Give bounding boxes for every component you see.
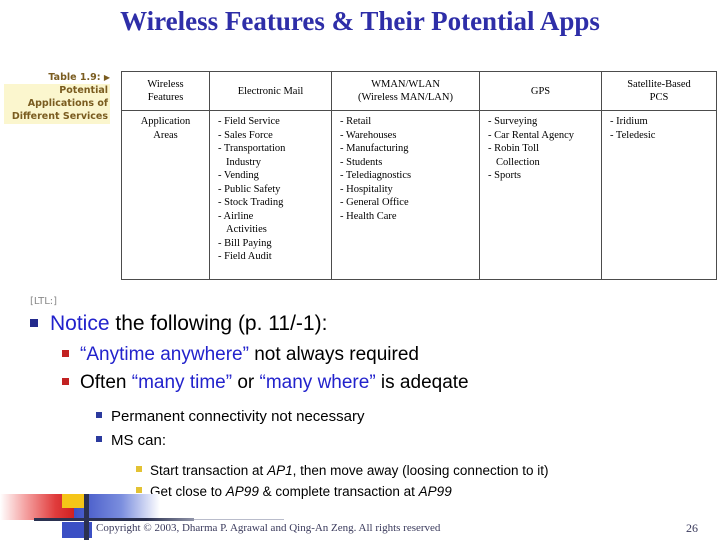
ap99-label-b: AP99 [418, 484, 452, 499]
list-item: - Teledesic [610, 129, 656, 141]
bullet-level2-anytime: “Anytime anywhere” not always required [62, 344, 419, 366]
list-item: - Public Safety [218, 183, 281, 195]
wireless-features-table: Wireless Features Electronic Mail WMAN/W… [121, 71, 717, 280]
page-number: 26 [686, 521, 698, 535]
list-item: - Telediagnostics [340, 170, 412, 181]
table-cell-application-areas: Application Areas [121, 110, 210, 280]
table-caption-line-1: Table 1.9: ▶ [4, 71, 110, 84]
list-item: - Field Service [218, 116, 280, 127]
bullet-level4-text: Start transaction at AP1, then move away… [150, 463, 548, 478]
table-row: Application Areas - Field Service - Sale… [121, 110, 717, 280]
start-pre: Start transaction at [150, 463, 268, 478]
list-item: - Health Care [340, 210, 397, 222]
slide-body: [LTL:] Notice the following (p. 11/-1): … [0, 296, 720, 516]
list-item: - Iridium [610, 116, 648, 127]
notice-highlight: Notice [50, 312, 110, 335]
bullet-level2-often: Often “many time” or “many where” is ade… [62, 372, 469, 394]
bullet-level1-notice: Notice the following (p. 11/-1): [30, 312, 327, 336]
ap1-label: AP1 [267, 463, 293, 478]
bullet-square-icon [62, 350, 69, 357]
list-item: - Students [340, 156, 383, 168]
table-cell-satellite-pcs: - Iridium - Teledesic [601, 110, 717, 280]
notice-rest: the following (p. 11/-1): [109, 312, 328, 335]
cell-list-satellite-pcs: - Iridium - Teledesic [610, 115, 713, 142]
table-header-wman-wlan: WMAN/WLAN (Wireless MAN/LAN) [331, 71, 480, 111]
list-item: - Robin Toll Collection [488, 143, 540, 168]
table-caption-label: Table 1.9: [48, 72, 101, 83]
anytime-rest: not always required [248, 344, 419, 365]
list-item: - Warehouses [340, 129, 397, 141]
bullet-level4-start-transaction: Start transaction at AP1, then move away… [136, 463, 548, 478]
cell-list-gps: - Surveying - Car Rental Agency - Robin … [488, 115, 598, 183]
bullet-level1-text: Notice the following (p. 11/-1): [50, 312, 327, 336]
bullet-level3-ms-can: MS can: [96, 432, 166, 449]
deco-yellow-square [62, 494, 84, 508]
table-header-satellite-pcs: Satellite-Based PCS [601, 71, 717, 111]
table-figure: Table 1.9: ▶ Potential Applications of D… [0, 66, 720, 280]
caption-arrow-icon: ▶ [103, 73, 110, 82]
bullet-square-icon [96, 436, 102, 442]
bullet-level3-permanent: Permanent connectivity not necessary [96, 408, 364, 425]
often-prefix: Often [80, 372, 132, 393]
table-header-wireless-features: Wireless Features [121, 71, 210, 111]
bullet-square-icon [136, 466, 142, 472]
page-title: Wireless Features & Their Potential Apps [120, 6, 600, 36]
list-item: - Retail [340, 116, 372, 127]
list-item: - Car Rental Agency [488, 129, 575, 141]
often-quote-1: “many time” [131, 372, 233, 393]
table-cell-wman-wlan: - Retail - Warehouses - Manufacturing - … [331, 110, 480, 280]
copyright-text: Copyright © 2003, Dharma P. Agrawal and … [96, 522, 441, 534]
getclose-mid: & complete transaction at [258, 484, 419, 499]
bullet-square-icon [30, 319, 38, 327]
bullet-level2-text: Often “many time” or “many where” is ade… [80, 372, 469, 394]
list-item: - Transportation Industry [218, 143, 286, 168]
often-quote-2: “many where” [259, 372, 376, 393]
table-header-gps: GPS [479, 71, 602, 111]
list-item: - Sales Force [218, 129, 273, 141]
table-caption-line-3: Applications of [27, 98, 108, 109]
ltl-tag: [LTL:] [30, 296, 58, 307]
bullet-level3-text: Permanent connectivity not necessary [111, 408, 365, 425]
list-item: - Sports [488, 170, 521, 181]
ap99-label-a: AP99 [225, 484, 259, 499]
list-item: - Airline Activities [218, 210, 267, 236]
list-item: - Bill Paying [218, 237, 272, 249]
table-caption-line-4: Different Services [11, 111, 108, 122]
cell-list-wman-wlan: - Retail - Warehouses - Manufacturing - … [340, 115, 476, 223]
table-cell-electronic-mail: - Field Service - Sales Force - Transpor… [209, 110, 332, 280]
list-item: - Hospitality [340, 183, 393, 195]
often-suffix: is adeqate [375, 372, 469, 393]
list-item: - Field Audit [218, 251, 272, 262]
bullet-square-icon [62, 378, 69, 385]
deco-vertical-line [84, 494, 89, 540]
start-post: , then move away (loosing connection to … [292, 463, 549, 478]
often-mid: or [232, 372, 260, 393]
anytime-quote: “Anytime anywhere” [80, 344, 249, 365]
footer-rule [34, 518, 194, 521]
list-item: - Surveying [488, 116, 538, 127]
bullet-level3-text: MS can: [111, 432, 167, 449]
list-item: - Stock Trading [218, 197, 284, 208]
table-header-row: Wireless Features Electronic Mail WMAN/W… [121, 71, 717, 111]
bullet-square-icon [136, 487, 142, 493]
list-item: - General Office [340, 197, 409, 208]
bullet-level2-text: “Anytime anywhere” not always required [80, 344, 419, 366]
list-item: - Manufacturing [340, 143, 409, 154]
table-header-electronic-mail: Electronic Mail [209, 71, 332, 111]
table-caption-line-2: Potential [59, 85, 108, 96]
footer-rule-extension [194, 519, 284, 520]
table-caption: Table 1.9: ▶ Potential Applications of D… [4, 71, 110, 124]
table-cell-gps: - Surveying - Car Rental Agency - Robin … [479, 110, 602, 280]
bullet-square-icon [96, 412, 102, 418]
table-caption-highlight: Potential Applications of Different Serv… [4, 84, 110, 124]
cell-list-electronic-mail: - Field Service - Sales Force - Transpor… [218, 115, 328, 264]
list-item: - Vending [218, 170, 259, 181]
